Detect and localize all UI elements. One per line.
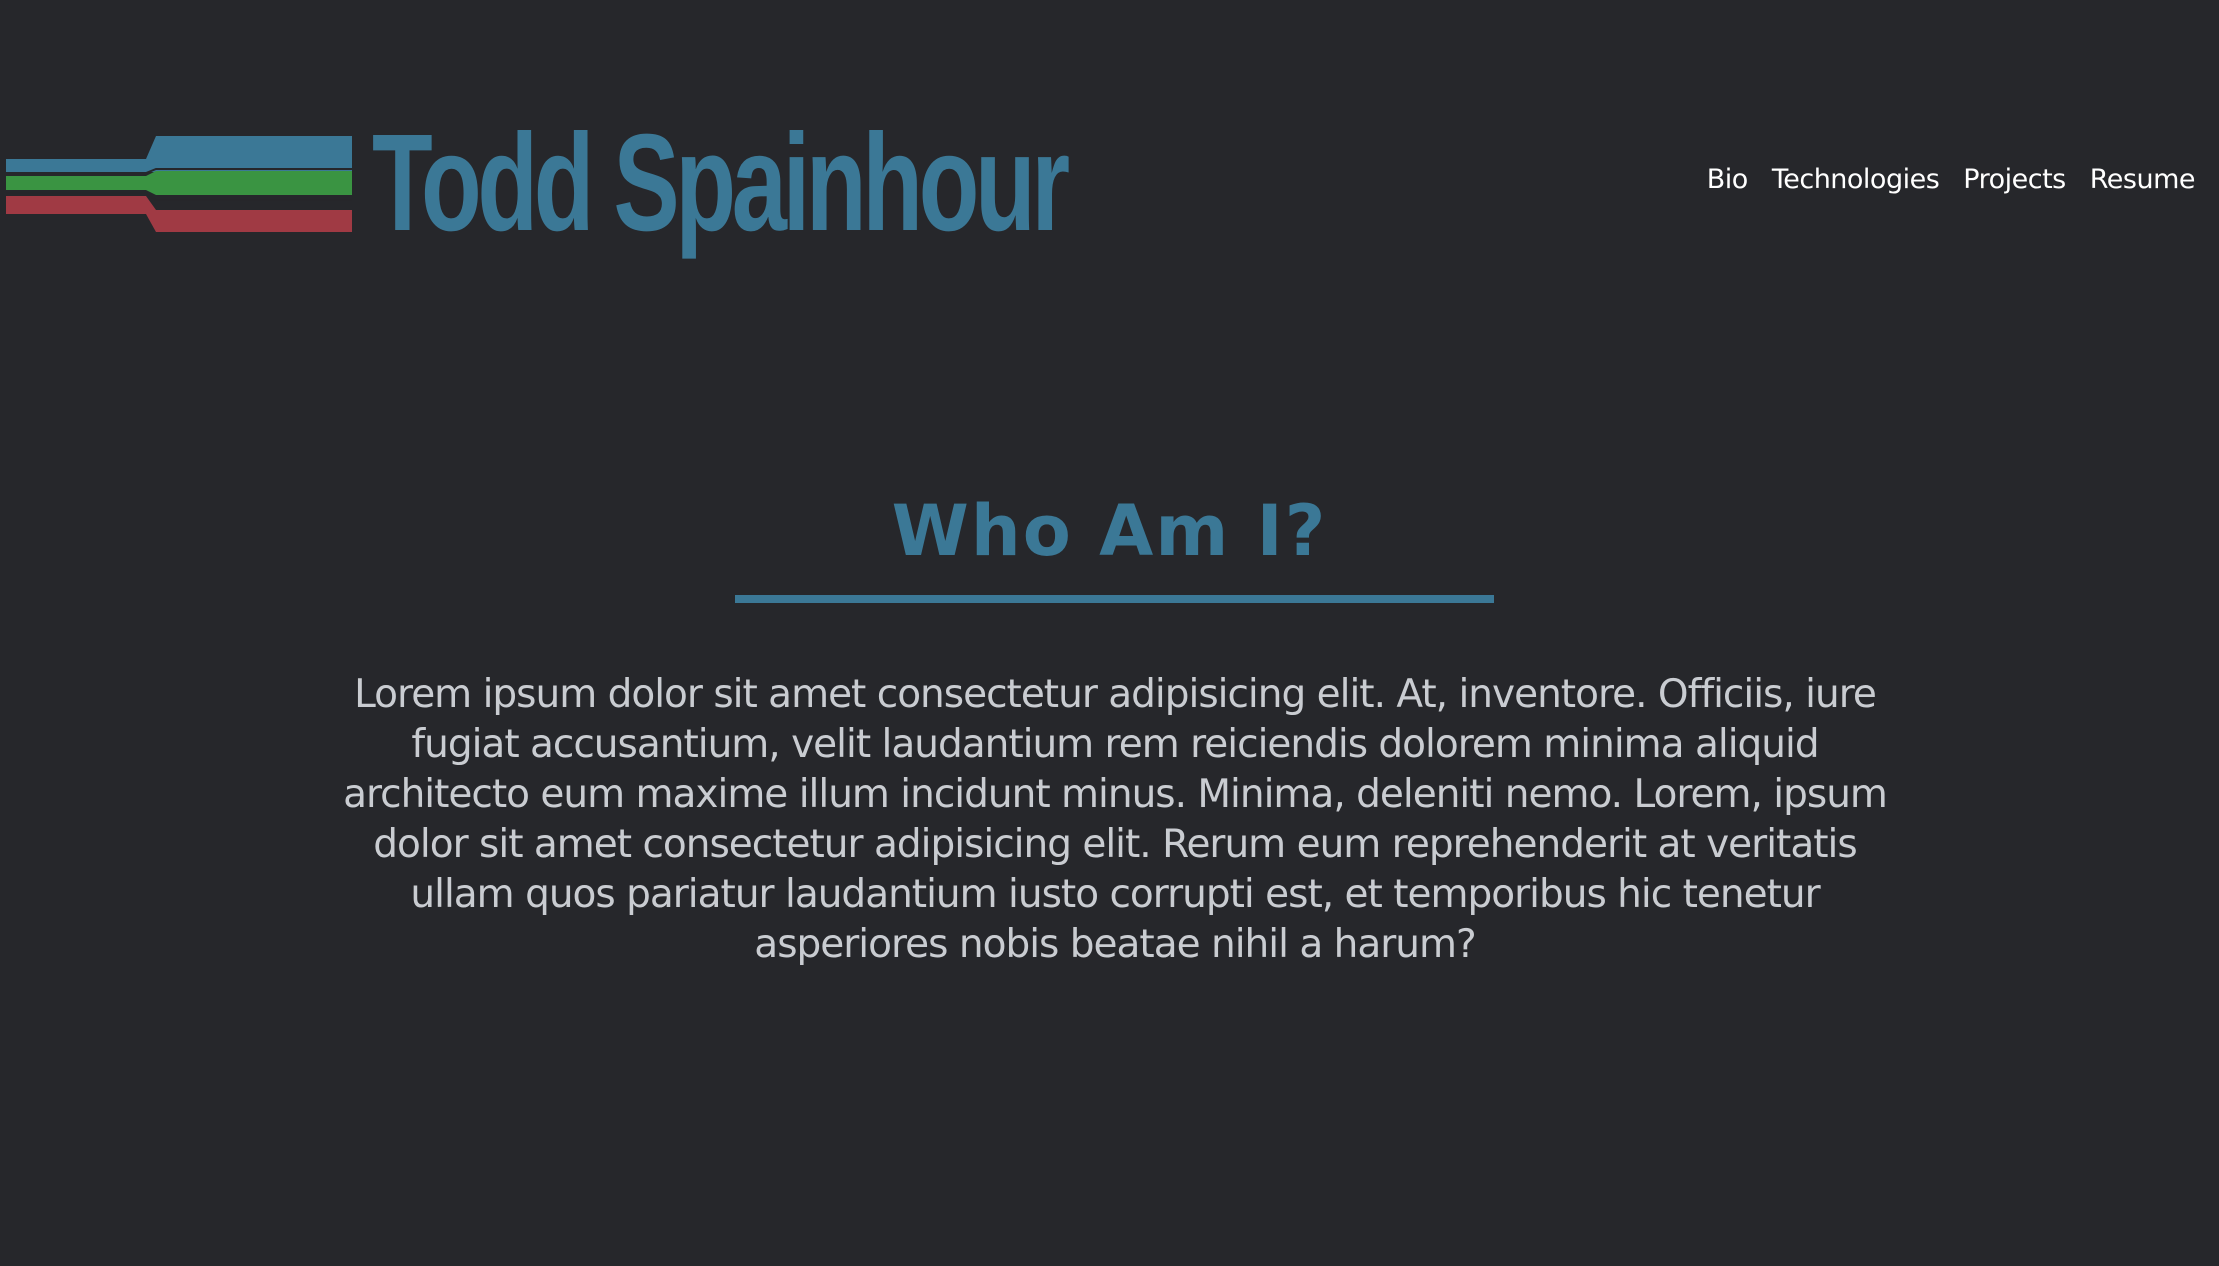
bio-paragraph: Lorem ipsum dolor sit amet consectetur a… bbox=[343, 672, 1888, 967]
site-title[interactable]: Todd Spainhour bbox=[372, 108, 1070, 258]
main-nav: Bio Technologies Projects Resume bbox=[1707, 164, 2196, 195]
site-header: Todd Spainhour Bio Technologies Projects… bbox=[0, 0, 2219, 300]
nav-link-technologies[interactable]: Technologies bbox=[1772, 164, 1940, 195]
section-heading: Who Am I? bbox=[891, 490, 1328, 572]
nav-link-bio[interactable]: Bio bbox=[1707, 164, 1749, 195]
logo-icon[interactable] bbox=[6, 134, 354, 234]
nav-link-resume[interactable]: Resume bbox=[2090, 164, 2196, 195]
nav-link-projects[interactable]: Projects bbox=[1963, 164, 2066, 195]
heading-underline bbox=[735, 595, 1494, 603]
